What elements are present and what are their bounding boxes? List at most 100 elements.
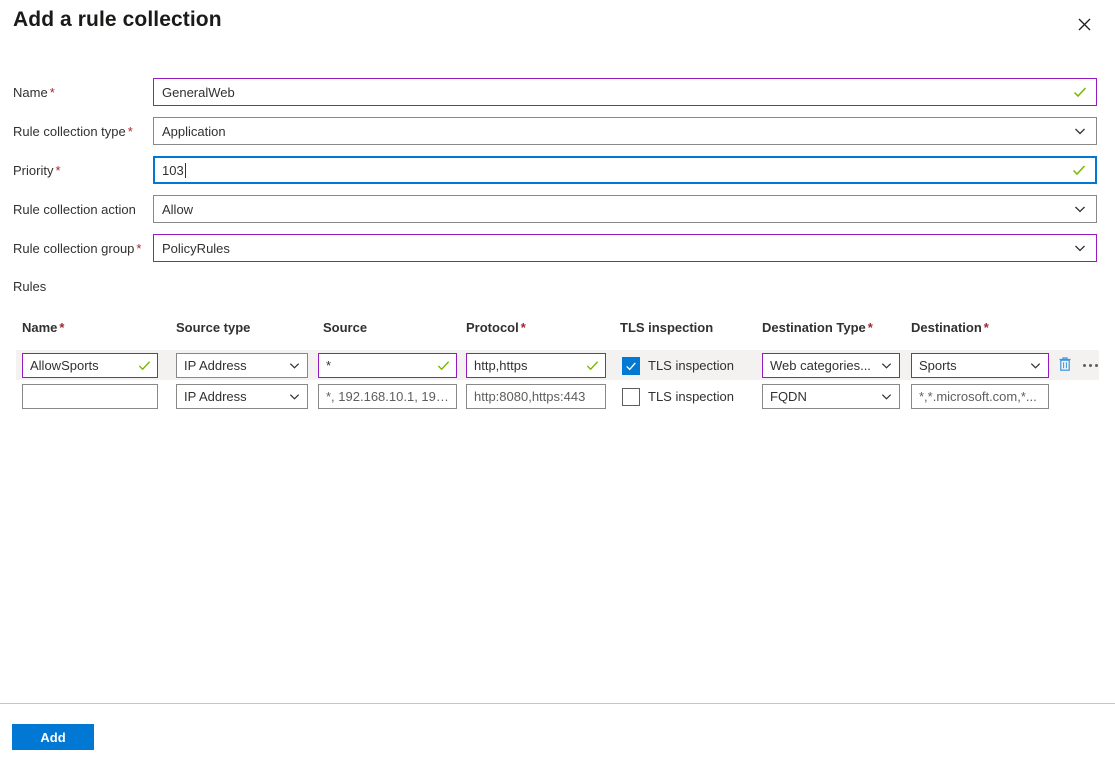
rule-name-input[interactable]: AllowSports	[22, 353, 158, 378]
rule-source-placeholder: *, 192.168.10.1, 192...	[326, 389, 449, 404]
label-priority-text: Priority	[13, 163, 54, 178]
chevron-down-icon	[286, 358, 302, 374]
column-header-source: Source	[323, 320, 368, 335]
column-header-name: Name *	[22, 320, 65, 335]
rule-collection-action-select[interactable]: Allow	[153, 195, 1097, 223]
rule-protocol-input[interactable]: http:8080,https:443	[466, 384, 606, 409]
name-input[interactable]: GeneralWeb	[153, 78, 1097, 106]
valid-check-icon	[584, 358, 600, 374]
rule-source-input[interactable]: *, 192.168.10.1, 192...	[318, 384, 457, 409]
rule-tls-inspection-label: TLS inspection	[648, 389, 734, 404]
label-priority: Priority *	[13, 163, 61, 179]
rules-table-header: Name * Source type Source Protocol * TLS i…	[0, 320, 1115, 350]
rule-source-type-value: IP Address	[184, 358, 247, 373]
label-name-text: Name	[13, 85, 48, 100]
valid-check-icon	[136, 358, 152, 374]
chevron-down-icon	[1027, 358, 1043, 374]
rule-source-type-value: IP Address	[184, 389, 247, 404]
rule-source-type-select[interactable]: IP Address	[176, 353, 308, 378]
rule-destination-type-select[interactable]: Web categories...	[762, 353, 900, 378]
rule-name-value: AllowSports	[30, 358, 99, 373]
rule-collection-type-select[interactable]: Application	[153, 117, 1097, 145]
label-rule-collection-type-text: Rule collection type	[13, 124, 126, 139]
column-header-destination-type: Destination Type *	[762, 320, 873, 335]
column-header-source-type: Source type	[176, 320, 251, 335]
label-rule-collection-action: Rule collection action	[13, 202, 136, 218]
table-row: AllowSports IP Address * http,https TLS …	[0, 350, 1115, 381]
field-row-rule-collection-type: Rule collection type * Application	[0, 117, 1115, 156]
rule-collection-group-select[interactable]: PolicyRules	[153, 234, 1097, 262]
ellipsis-icon	[1082, 364, 1098, 367]
rule-destination-select[interactable]: Sports	[911, 353, 1049, 378]
label-rule-collection-action-text: Rule collection action	[13, 202, 136, 217]
column-header-destination: Destination *	[911, 320, 989, 335]
priority-input-value: 103	[162, 162, 184, 178]
label-rule-collection-group-text: Rule collection group	[13, 241, 135, 256]
required-asterisk: *	[59, 320, 65, 335]
more-options-button[interactable]	[1081, 356, 1099, 376]
label-name: Name *	[13, 85, 55, 101]
checkbox-checked-icon	[622, 356, 640, 375]
rule-name-input[interactable]	[22, 384, 158, 409]
label-rule-collection-group: Rule collection group *	[13, 241, 141, 257]
close-button[interactable]	[1069, 9, 1099, 39]
rule-source-input[interactable]: *	[318, 353, 457, 378]
table-row: IP Address *, 192.168.10.1, 192... http:…	[0, 381, 1115, 412]
rules-table: Name * Source type Source Protocol * TLS i…	[0, 320, 1115, 412]
chevron-down-icon	[1071, 122, 1089, 140]
rules-section-label: Rules	[13, 279, 47, 294]
priority-input[interactable]: 103	[153, 156, 1097, 184]
rule-destination-type-value: Web categories...	[770, 358, 871, 373]
rule-destination-value: Sports	[919, 358, 957, 373]
row-actions	[1056, 353, 1099, 378]
rule-destination-type-select[interactable]: FQDN	[762, 384, 900, 409]
required-asterisk: *	[55, 163, 61, 178]
column-header-protocol: Protocol *	[466, 320, 526, 335]
required-asterisk: *	[983, 320, 989, 335]
field-row-name: Name * GeneralWeb	[0, 78, 1115, 117]
page-title: Add a rule collection	[13, 8, 222, 31]
rule-source-value: *	[326, 358, 332, 373]
rule-tls-inspection-label: TLS inspection	[648, 358, 734, 373]
rule-collection-type-value: Application	[162, 123, 226, 139]
rule-source-type-select[interactable]: IP Address	[176, 384, 308, 409]
delete-rule-button[interactable]	[1056, 356, 1074, 376]
column-header-tls-inspection: TLS inspection	[620, 320, 714, 335]
name-input-value: GeneralWeb	[162, 84, 235, 100]
chevron-down-icon	[1071, 239, 1089, 257]
required-asterisk: *	[136, 241, 142, 256]
close-icon	[1078, 18, 1091, 31]
chevron-down-icon	[286, 389, 302, 405]
rule-protocol-input[interactable]: http,https	[466, 353, 606, 378]
rule-protocol-placeholder: http:8080,https:443	[474, 389, 586, 404]
chevron-down-icon	[878, 389, 894, 405]
valid-check-icon	[435, 358, 451, 374]
chevron-down-icon	[1071, 200, 1089, 218]
field-row-priority: Priority * 103	[0, 156, 1115, 195]
blade-header: Add a rule collection	[0, 0, 1115, 50]
trash-icon	[1058, 356, 1072, 375]
text-caret	[184, 162, 186, 178]
rule-destination-placeholder: *,*.microsoft.com,*...	[919, 389, 1037, 404]
valid-check-icon	[1070, 161, 1088, 179]
rule-destination-input[interactable]: *,*.microsoft.com,*...	[911, 384, 1049, 409]
required-asterisk: *	[127, 124, 133, 139]
rule-protocol-value: http,https	[474, 358, 528, 373]
label-rule-collection-type: Rule collection type *	[13, 124, 133, 140]
add-button[interactable]: Add	[12, 724, 94, 750]
required-asterisk: *	[49, 85, 55, 100]
required-asterisk: *	[520, 320, 526, 335]
add-rule-collection-blade: Add a rule collection Name* GeneralWeb	[0, 0, 1115, 758]
checkbox-unchecked-icon	[622, 387, 640, 406]
rule-destination-type-value: FQDN	[770, 389, 807, 404]
footer-divider	[0, 703, 1115, 704]
required-asterisk: *	[867, 320, 873, 335]
field-row-rule-collection-group: Rule collection group * PolicyRules	[0, 234, 1115, 273]
rule-collection-group-value: PolicyRules	[162, 240, 230, 256]
chevron-down-icon	[878, 358, 894, 374]
form-fields: Name * GeneralWeb Rule collection type * A…	[0, 78, 1115, 273]
field-row-rule-collection-action: Rule collection action Allow	[0, 195, 1115, 234]
rule-tls-inspection-checkbox[interactable]: TLS inspection	[622, 384, 734, 409]
rule-tls-inspection-checkbox[interactable]: TLS inspection	[622, 353, 734, 378]
valid-check-icon	[1071, 83, 1089, 101]
